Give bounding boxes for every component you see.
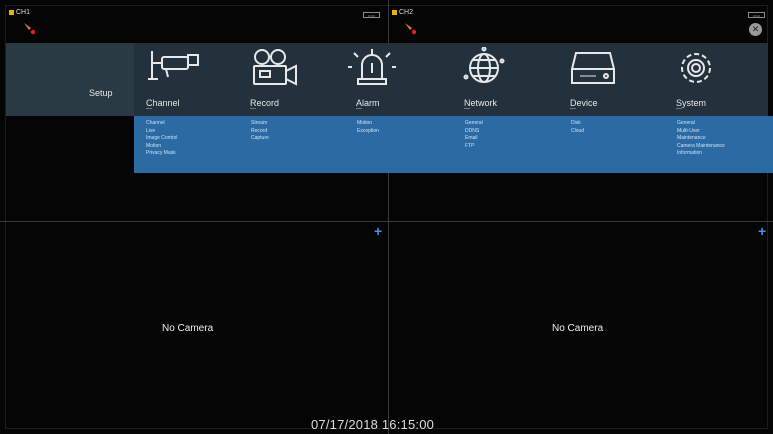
no-camera-label: No Camera xyxy=(162,323,214,334)
submenu-item[interactable]: Email xyxy=(465,135,483,143)
submenu-item[interactable]: Disk xyxy=(571,120,584,128)
camera-icon xyxy=(148,51,199,80)
submenu-alarm: Motion Exception xyxy=(357,120,379,135)
menu-divider xyxy=(464,108,470,109)
submenu-item[interactable]: General xyxy=(677,120,725,128)
submenu-item[interactable]: Stream xyxy=(251,120,269,128)
submenu-item[interactable]: Record xyxy=(251,128,269,136)
video-camera-icon xyxy=(253,49,297,86)
setup-title-panel xyxy=(6,43,134,116)
datetime-display: 07/17/2018 16:15:00 xyxy=(311,417,435,432)
submenu-item[interactable]: Motion xyxy=(146,143,177,151)
record-status-badge: ▭▭ xyxy=(363,12,380,18)
submenu-item[interactable]: Cloud xyxy=(571,128,584,136)
camera-disconnected-icon xyxy=(405,23,417,35)
menu-divider xyxy=(250,108,256,109)
submenu-channel: Channel Live Image Control Motion Privac… xyxy=(146,120,177,158)
submenu-item[interactable]: Maintenance xyxy=(677,135,725,143)
gear-icon xyxy=(681,53,711,83)
submenu-network: General DDNS Email FTP xyxy=(465,120,483,150)
submenu-item[interactable]: Exception xyxy=(357,128,379,136)
menu-system[interactable]: System xyxy=(666,44,773,114)
menu-divider xyxy=(570,108,576,109)
channel-1-name: CH1 xyxy=(16,9,31,16)
submenu-item[interactable]: DDNS xyxy=(465,128,483,136)
menu-network-label: Network xyxy=(464,98,498,108)
submenu-item[interactable]: General xyxy=(465,120,483,128)
submenu-item[interactable]: Camera Maintenance xyxy=(677,143,725,151)
menu-divider xyxy=(356,108,362,109)
menu-channel[interactable]: Channel xyxy=(136,44,246,114)
add-camera-button[interactable]: + xyxy=(374,223,382,239)
no-camera-label: No Camera xyxy=(552,323,604,334)
close-button[interactable]: ✕ xyxy=(749,23,762,36)
submenu-item[interactable]: Capture xyxy=(251,135,269,143)
channel-2-label: CH2 xyxy=(392,9,413,16)
submenu-item[interactable]: Live xyxy=(146,128,177,136)
submenu-system: General Multi-User Maintenance Camera Ma… xyxy=(677,120,725,158)
menu-divider xyxy=(146,108,152,109)
channel-2-name: CH2 xyxy=(399,9,414,16)
menu-network[interactable]: Network xyxy=(454,44,564,114)
submenu-item[interactable]: Multi-User xyxy=(677,128,725,136)
record-status-badge: ▭▭ xyxy=(748,12,765,18)
menu-device[interactable]: Device xyxy=(560,44,670,114)
menu-alarm[interactable]: Alarm xyxy=(346,44,456,114)
channel-indicator-icon xyxy=(9,10,14,15)
submenu-item[interactable]: FTP xyxy=(465,143,483,151)
menu-system-label: System xyxy=(676,98,707,108)
channel-indicator-icon xyxy=(392,10,397,15)
menu-alarm-label: Alarm xyxy=(356,98,380,108)
setup-title: Setup xyxy=(89,88,113,98)
add-camera-button[interactable]: + xyxy=(758,223,766,239)
submenu-item[interactable]: Channel xyxy=(146,120,177,128)
submenu-record: Stream Record Capture xyxy=(251,120,269,143)
channel-1-label: CH1 xyxy=(9,9,30,16)
submenu-item[interactable]: Privacy Mask xyxy=(146,150,177,158)
menu-channel-label: Channel xyxy=(146,98,180,108)
alarm-light-icon xyxy=(348,49,396,85)
submenu-item[interactable]: Image Control xyxy=(146,135,177,143)
menu-record-label: Record xyxy=(250,98,280,108)
grid-divider-horizontal xyxy=(0,221,773,222)
submenu-item[interactable]: Motion xyxy=(357,120,379,128)
menu-record[interactable]: Record xyxy=(240,44,350,114)
submenu-device: Disk Cloud xyxy=(571,120,584,135)
menu-device-label: Device xyxy=(570,98,598,108)
hdd-icon xyxy=(571,52,615,84)
camera-disconnected-icon xyxy=(24,23,36,35)
menu-divider xyxy=(676,108,682,109)
globe-icon xyxy=(463,47,505,83)
submenu-item[interactable]: Information xyxy=(677,150,725,158)
